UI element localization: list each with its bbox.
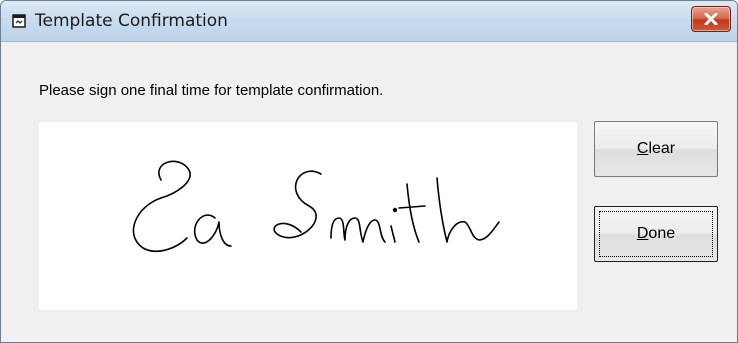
signature-pad[interactable] (39, 122, 577, 310)
app-window-icon (12, 14, 26, 28)
template-confirmation-window: Template Confirmation Please sign one fi… (0, 0, 738, 343)
instruction-label: Please sign one final time for template … (39, 82, 384, 99)
title-bar[interactable]: Template Confirmation (1, 1, 737, 42)
done-button[interactable]: Done (594, 206, 718, 262)
close-x-icon (704, 13, 718, 25)
clear-button[interactable]: Clear (594, 121, 718, 177)
close-button[interactable] (691, 6, 731, 32)
dialog-client-area: Please sign one final time for template … (1, 42, 737, 342)
window-title: Template Confirmation (35, 11, 228, 31)
handwritten-signature (132, 160, 500, 253)
